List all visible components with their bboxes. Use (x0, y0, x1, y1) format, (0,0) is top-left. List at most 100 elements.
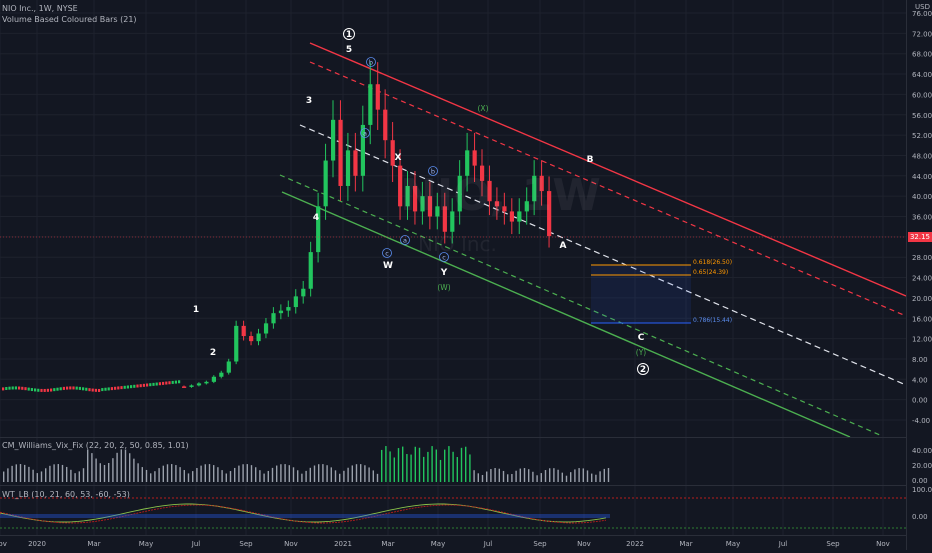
candle (126, 385, 129, 389)
vix-fix-bar (45, 468, 47, 482)
vix-fix-bar (28, 466, 30, 482)
vix-fix-bar (301, 473, 303, 482)
vix-fix-bar (137, 463, 139, 482)
volume-axis-tick: 40.00 (912, 447, 932, 455)
vix-fix-bar (280, 464, 282, 482)
vix-fix-bar (473, 470, 475, 482)
vix-fix-bar (200, 465, 202, 482)
candle (120, 386, 123, 390)
vix-fix-bar (292, 467, 295, 482)
vix-fix-bar (74, 473, 76, 482)
price-axis-tick: 44.00 (912, 173, 932, 181)
candle (107, 387, 110, 391)
candle (37, 388, 40, 392)
candle-body (249, 336, 254, 342)
pane-divider-3 (0, 535, 906, 536)
candle (21, 386, 24, 390)
volume-axis-tick: 20.00 (912, 462, 932, 470)
pane-divider-2[interactable] (0, 485, 906, 486)
vix-fix-bar (95, 458, 97, 482)
wt-axis-tick: 0.00 (912, 513, 928, 521)
candle (136, 384, 139, 388)
vix-fix-bar (490, 469, 492, 482)
vix-fix-bar (578, 468, 580, 482)
wt-histogram (0, 514, 610, 518)
candle (46, 388, 49, 392)
vix-fix-bar (502, 470, 505, 482)
minor-wave-label-c: c (385, 250, 389, 258)
time-axis-tick: May (139, 540, 153, 548)
vix-fix-bar (591, 473, 593, 482)
time-axis-tick: Nov (284, 540, 298, 548)
chart-stage[interactable]: 76.00 72.00 68.00 64.00 60.00 56.00 52.00 48.00… (0, 0, 932, 550)
vix-fix-bar (469, 454, 471, 482)
pane-divider-1[interactable] (0, 437, 906, 438)
vix-fix-bar (179, 467, 181, 482)
candle (82, 387, 85, 391)
price-axis-currency: USD (915, 3, 930, 11)
price-axis-tick: 20.00 (912, 295, 932, 303)
candle (5, 386, 8, 390)
wt-lb-indicator-label[interactable]: WT_LB (10, 21, 60, 53, -60, -53) (2, 490, 130, 499)
vix-fix-bar (217, 467, 219, 482)
vix-fix-bar (259, 470, 261, 482)
candle (110, 387, 113, 391)
volume-bars-indicator-label[interactable]: Volume Based Coloured Bars (21) (2, 15, 137, 24)
time-axis-tick: Nov (0, 540, 7, 548)
vix-fix-bar (133, 458, 135, 482)
wave-label-4: 4 (313, 213, 319, 223)
vix-fix-bar (32, 469, 34, 482)
vix-fix-bar (57, 464, 59, 482)
vix-fix-bar (234, 467, 236, 482)
vix-fix-bar (246, 464, 248, 482)
vix-fix-bar (456, 457, 458, 482)
candle-body (375, 84, 380, 110)
candle (142, 383, 145, 387)
vix-fix-bar (322, 464, 324, 482)
time-axis-tick: Mar (381, 540, 394, 548)
vix-fix-bar (49, 465, 51, 482)
vix-fix-bar (376, 473, 379, 482)
vix-fix-bar (511, 474, 513, 482)
vix-fix-bar (528, 469, 530, 482)
wave-label-c: C (638, 333, 645, 343)
candle (24, 387, 27, 391)
candle (155, 382, 158, 386)
time-axis-tick: 2020 (28, 540, 46, 548)
vix-fix-bar (288, 465, 290, 482)
vix-fix-bar (70, 469, 72, 482)
vix-fix-bar (423, 456, 425, 482)
vix-fix-bar (141, 467, 143, 482)
vix-fix-bar (343, 470, 345, 482)
time-axis-tick: Sep (826, 540, 840, 548)
vix-fix-bar (124, 449, 127, 482)
candle (43, 388, 46, 392)
candle-body (256, 333, 261, 342)
vix-fix-bar (410, 454, 412, 482)
vix-fix-bar (19, 464, 22, 482)
symbol-title[interactable]: NIO Inc., 1W, NYSE (2, 4, 78, 13)
vix-fix-bar (330, 467, 332, 482)
vix-fix-bar (78, 471, 80, 482)
vix-fix-bar (229, 471, 232, 482)
vix-fix-bar (183, 470, 185, 482)
candle (168, 381, 171, 385)
watermark-ticker: NIO, 1W (400, 170, 601, 221)
candle-body (189, 385, 194, 387)
time-axis-tick: Nov (876, 540, 890, 548)
vix-fix-indicator-label[interactable]: CM_Williams_Vix_Fix (22, 20, 2, 50, 0.85… (2, 441, 189, 450)
vix-fix-bar (574, 469, 576, 482)
vix-fix-bar (66, 466, 68, 482)
price-chart[interactable]: 76.0072.0068.0064.0060.0056.0052.0048.00… (0, 0, 932, 550)
candle-body (219, 372, 224, 377)
vix-fix-bar (305, 470, 307, 482)
time-axis-tick: Sep (239, 540, 253, 548)
price-axis-tick: 48.00 (912, 152, 932, 160)
primary-wave-2-label: 2 (640, 365, 646, 375)
candle (133, 384, 136, 388)
candle (18, 386, 21, 390)
vix-fix-bar (570, 472, 572, 482)
vix-fix-bar (603, 468, 605, 482)
vix-fix-bar (460, 447, 463, 482)
candle (30, 388, 33, 392)
